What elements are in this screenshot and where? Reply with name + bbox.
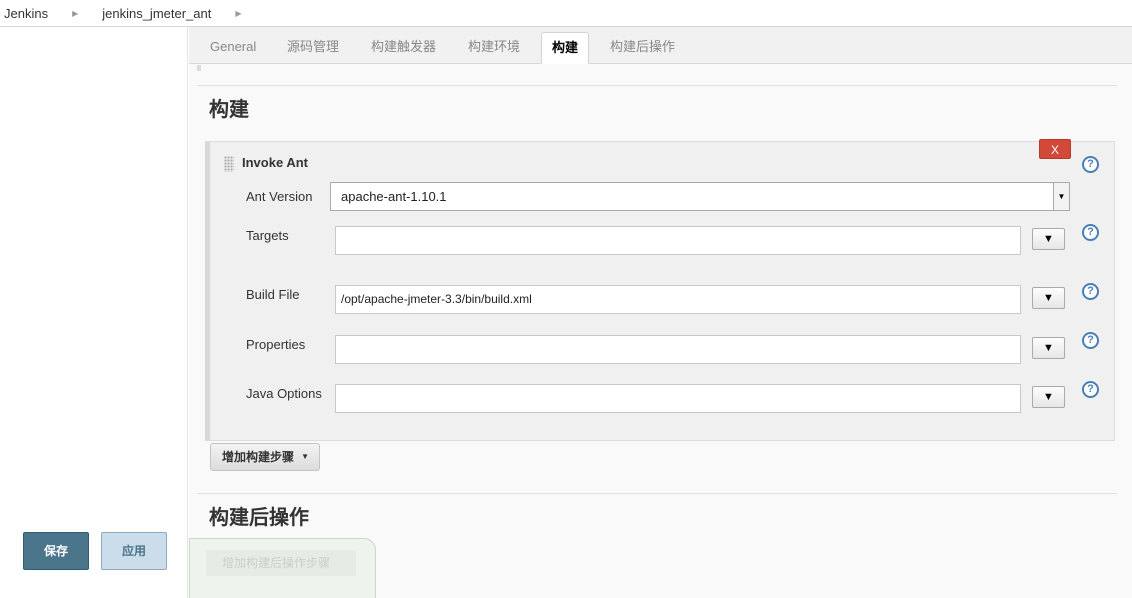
java-options-label: Java Options <box>246 386 322 401</box>
divider <box>197 65 201 71</box>
tab-source-management[interactable]: 源码管理 <box>277 32 349 64</box>
chevron-down-icon[interactable]: ▼ <box>1053 183 1069 210</box>
ant-version-value: apache-ant-1.10.1 <box>341 189 447 204</box>
step-title: Invoke Ant <box>242 155 308 170</box>
add-build-step-label: 增加构建步骤 <box>222 450 295 464</box>
java-options-help-icon[interactable]: ? <box>1082 381 1099 398</box>
build-file-label: Build File <box>246 287 300 302</box>
bottom-action-bar: 增加构建后操作步骤 <box>189 538 376 598</box>
build-section-title: 构建 <box>209 99 249 121</box>
properties-label: Properties <box>246 337 306 352</box>
targets-expand-button[interactable]: ▼ <box>1032 228 1065 250</box>
tab-post-build[interactable]: 构建后操作 <box>600 32 685 64</box>
properties-input[interactable] <box>335 335 1021 364</box>
ant-version-label: Ant Version <box>246 189 313 204</box>
targets-help-icon[interactable]: ? <box>1082 224 1099 241</box>
chevron-right-icon[interactable]: ▶ <box>72 9 78 18</box>
divider <box>197 85 1117 86</box>
properties-expand-button[interactable]: ▼ <box>1032 337 1065 359</box>
post-build-section-title: 构建后操作 <box>209 507 309 529</box>
targets-label: Targets <box>246 228 289 243</box>
ant-version-select[interactable]: apache-ant-1.10.1 ▼ <box>330 182 1070 211</box>
save-button[interactable]: 保存 <box>23 532 89 570</box>
main-content: General 源码管理 构建触发器 构建环境 构建 构建后操作 构建 Invo… <box>189 27 1132 598</box>
sidebar <box>0 27 188 598</box>
build-file-expand-button[interactable]: ▼ <box>1032 287 1065 309</box>
apply-button[interactable]: 应用 <box>101 532 167 570</box>
tab-build[interactable]: 构建 <box>541 32 590 64</box>
build-file-input[interactable]: /opt/apache-jmeter-3.3/bin/build.xml <box>335 285 1021 314</box>
add-post-build-step-button[interactable]: 增加构建后操作步骤 <box>206 550 356 576</box>
help-icon[interactable]: ? <box>1082 156 1099 173</box>
tab-build-triggers[interactable]: 构建触发器 <box>361 32 446 64</box>
breadcrumb-item-job[interactable]: jenkins_jmeter_ant <box>98 6 215 21</box>
chevron-right-icon[interactable]: ▶ <box>235 9 241 18</box>
properties-help-icon[interactable]: ? <box>1082 332 1099 349</box>
targets-input[interactable] <box>335 226 1021 255</box>
tab-general[interactable]: General <box>200 32 266 64</box>
java-options-input[interactable] <box>335 384 1021 413</box>
divider <box>197 493 1117 494</box>
delete-step-button[interactable]: X <box>1039 139 1071 159</box>
invoke-ant-step: Invoke Ant X ? Ant Version apache-ant-1.… <box>205 139 1115 441</box>
breadcrumb-item-jenkins[interactable]: Jenkins <box>0 6 52 21</box>
build-file-help-icon[interactable]: ? <box>1082 283 1099 300</box>
caret-down-icon: ▼ <box>301 452 309 461</box>
config-tabbar: General 源码管理 构建触发器 构建环境 构建 构建后操作 <box>189 27 1132 64</box>
drag-handle-icon[interactable] <box>224 156 234 172</box>
java-options-expand-button[interactable]: ▼ <box>1032 386 1065 408</box>
tab-build-environment[interactable]: 构建环境 <box>458 32 530 64</box>
breadcrumb: Jenkins ▶ jenkins_jmeter_ant ▶ <box>0 0 1132 27</box>
add-build-step-button[interactable]: 增加构建步骤 ▼ <box>210 443 320 471</box>
